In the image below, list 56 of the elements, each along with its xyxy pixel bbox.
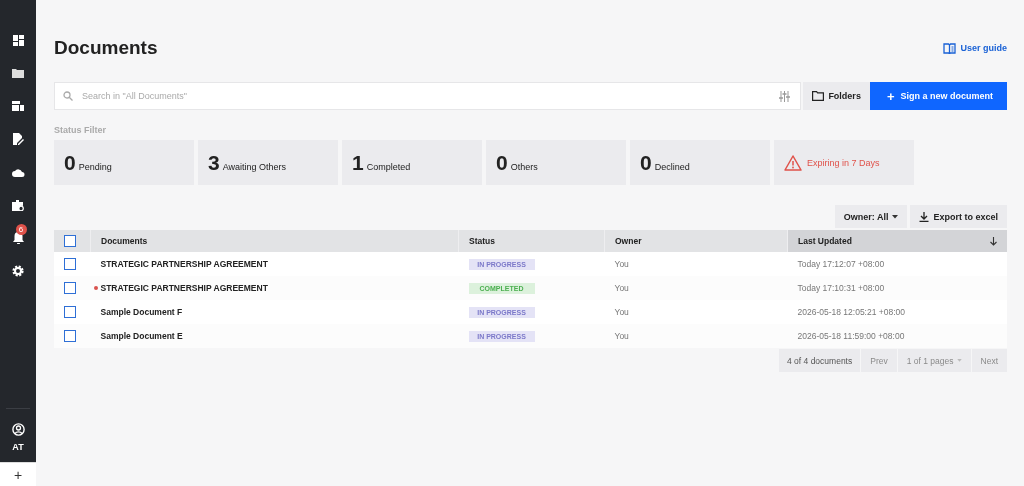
table-cell: You — [614, 283, 629, 293]
download-icon — [919, 211, 930, 222]
status-filter-card[interactable]: 0 Pending — [54, 140, 194, 185]
search-input[interactable]: Search in "All Documents" — [80, 90, 773, 102]
table-cell: Today 17:12:07 +08:00 — [797, 259, 885, 269]
book-icon — [943, 42, 957, 54]
search-field[interactable]: Search in "All Documents" — [54, 82, 802, 110]
sign-new-document-button[interactable]: + Sign a new document — [869, 82, 1007, 110]
caret-icon — [892, 214, 899, 219]
row-checkbox[interactable] — [64, 306, 76, 318]
edit-document-icon[interactable] — [12, 133, 24, 145]
column-header[interactable]: Documents — [90, 230, 459, 252]
filter-sliders-icon[interactable] — [779, 90, 791, 102]
select-all-checkbox[interactable] — [64, 235, 76, 247]
add-button[interactable]: + — [0, 462, 36, 486]
user-guide-link[interactable]: User guide — [943, 42, 1007, 54]
column-header[interactable]: Owner — [604, 230, 788, 252]
table-cell: 2026-05-18 12:05:21 +08:00 — [797, 307, 906, 317]
row-checkbox[interactable] — [64, 282, 76, 294]
table-cell: You — [614, 307, 629, 317]
user-icon[interactable] — [11, 423, 25, 436]
table-cell: 2026-05-18 11:59:00 +08:00 — [797, 331, 905, 341]
folder-icon[interactable] — [12, 68, 24, 78]
column-header[interactable]: Last Updated — [787, 230, 1007, 252]
documents-icon[interactable] — [12, 101, 24, 111]
status-filter-card[interactable]: 3 Awaiting Others — [198, 140, 338, 185]
page-title: Documents — [54, 37, 158, 59]
row-checkbox[interactable] — [64, 330, 76, 342]
document-name[interactable]: Sample Document F — [100, 307, 183, 317]
warning-icon — [784, 154, 802, 171]
table-cell: Today 17:10:31 +08:00 — [797, 283, 885, 293]
document-count: 4 of 4 documents — [779, 349, 861, 372]
status-filter-card[interactable]: 1 Completed — [342, 140, 482, 185]
owner-filter-dropdown[interactable]: Owner: All — [834, 205, 908, 228]
folder-icon — [812, 91, 825, 101]
status-filter-card[interactable]: 0 Others — [486, 140, 626, 185]
folders-button[interactable]: Folders — [803, 82, 870, 110]
status-filter-card[interactable]: 0 Declined — [630, 140, 770, 185]
caret-icon — [956, 359, 962, 362]
document-name[interactable]: Sample Document E — [100, 331, 183, 341]
table-cell: You — [614, 259, 629, 269]
document-name[interactable]: STRATEGIC PARTNERSHIP AGREEMENT — [100, 283, 268, 293]
notification-badge: 6 — [15, 224, 27, 235]
table-cell: You — [614, 331, 629, 341]
dashboard-icon[interactable] — [12, 34, 24, 46]
section-label: Status Filter — [54, 125, 107, 135]
document-name[interactable]: STRATEGIC PARTNERSHIP AGREEMENT — [100, 259, 268, 269]
column-header[interactable]: Status — [458, 230, 605, 252]
briefcase-icon[interactable] — [12, 199, 24, 211]
sort-arrow-icon — [990, 236, 997, 246]
export-button[interactable]: Export to excel — [910, 205, 1007, 228]
settings-icon[interactable] — [12, 265, 24, 277]
search-icon — [63, 91, 73, 101]
cloud-icon[interactable] — [11, 167, 25, 177]
row-checkbox[interactable] — [64, 258, 76, 270]
user-initials[interactable]: AT — [12, 442, 24, 452]
